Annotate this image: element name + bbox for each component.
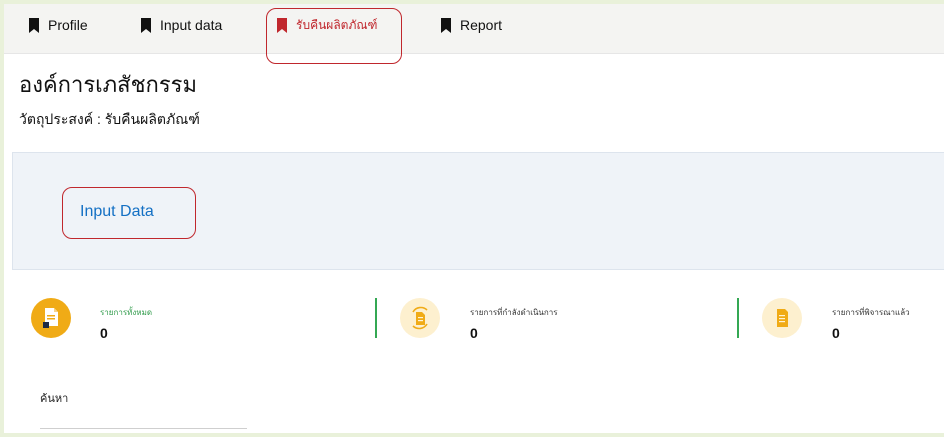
stat-in-progress-value: 0 <box>470 325 478 341</box>
stat-total-icon <box>31 298 71 338</box>
stat-in-progress-label: รายการที่กำลังดำเนินการ <box>470 308 558 317</box>
input-data-link[interactable]: Input Data <box>80 203 154 221</box>
stat-divider <box>375 298 377 338</box>
tab-label: รับคืนผลิตภัณฑ์ <box>296 17 378 32</box>
bookmark-icon <box>441 17 451 33</box>
bookmark-icon <box>29 17 39 33</box>
search-input[interactable] <box>40 428 247 429</box>
stat-reviewed-icon <box>762 298 802 338</box>
tab-report[interactable]: Report <box>440 14 502 36</box>
stat-reviewed-value: 0 <box>832 325 840 341</box>
stat-in-progress-icon <box>400 298 440 338</box>
tab-product-return[interactable]: รับคืนผลิตภัณฑ์ <box>276 14 377 36</box>
bookmark-icon <box>277 17 287 33</box>
stat-total-label: รายการทั้งหมด <box>100 308 153 317</box>
tab-profile[interactable]: Profile <box>28 14 88 36</box>
bookmark-icon <box>141 17 151 33</box>
document-list-icon <box>777 309 788 327</box>
tab-label: Report <box>460 17 503 33</box>
tab-label: Profile <box>48 17 88 33</box>
tab-label: Input data <box>160 17 223 33</box>
stat-divider <box>737 298 739 338</box>
document-icon <box>43 308 58 328</box>
tab-input-data[interactable]: Input data <box>140 14 222 36</box>
page-subtitle: วัตถุประสงค์ : รับคืนผลิตภัณฑ์ <box>19 111 200 127</box>
search-label: ค้นหา <box>40 393 69 405</box>
stat-total-value: 0 <box>100 325 108 341</box>
page-title: องค์การเภสัชกรรม <box>19 72 197 97</box>
document-sync-icon <box>412 306 428 330</box>
stat-reviewed-label: รายการที่พิจารณาแล้ว <box>832 308 910 317</box>
stats-row: รายการทั้งหมด 0 รายการที่กำลังดำเนินการ … <box>4 286 944 354</box>
